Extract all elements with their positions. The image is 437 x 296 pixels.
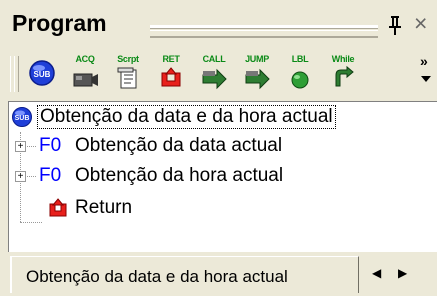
tab-scroll-left-icon[interactable]: ◀ bbox=[372, 266, 381, 280]
expand-icon[interactable]: + bbox=[15, 171, 26, 182]
tab-bar: Obtenção da data e da hora actual ◀ ▶ bbox=[8, 252, 437, 296]
label-ball-icon bbox=[291, 71, 309, 89]
program-panel: Program × SUB ACQ Scrpt RET CALL JUMP LB… bbox=[0, 0, 437, 296]
sub-icon: SUB bbox=[12, 107, 32, 127]
tool-call-label: CALL bbox=[202, 54, 226, 64]
tool-while-button[interactable]: While bbox=[324, 52, 362, 96]
jump-arrow-icon bbox=[245, 68, 270, 90]
toolbar-overflow-chevron[interactable]: » bbox=[420, 53, 428, 69]
chevron-down-icon[interactable] bbox=[421, 76, 431, 84]
tool-jump-label: JUMP bbox=[245, 54, 269, 64]
tool-ret-label: RET bbox=[162, 54, 180, 64]
tool-lbl-button[interactable]: LBL bbox=[281, 52, 319, 96]
tool-jump-button[interactable]: JUMP bbox=[238, 52, 276, 96]
tree-node-label: Obtenção da hora actual bbox=[75, 165, 284, 186]
tree-root-label: Obtenção da data e da hora actual bbox=[37, 105, 336, 129]
camera-icon bbox=[73, 73, 98, 87]
tab-scroll-right-icon[interactable]: ▶ bbox=[398, 266, 407, 280]
tree-node[interactable]: + F0 Obtenção da hora actual bbox=[9, 162, 437, 192]
tool-script-label: Scrpt bbox=[117, 54, 139, 64]
program-toolbar: SUB ACQ Scrpt RET CALL JUMP LBL While » bbox=[0, 46, 437, 99]
tool-lbl-label: LBL bbox=[291, 54, 309, 64]
panel-title: Program bbox=[12, 10, 107, 36]
tree-node-prefix: F0 bbox=[39, 165, 62, 186]
script-icon bbox=[117, 67, 137, 89]
tree-node[interactable]: + F0 Obtenção da data actual bbox=[9, 132, 437, 162]
tool-ret-button[interactable]: RET bbox=[152, 52, 190, 96]
tab-label: Obtenção da data e da hora actual bbox=[26, 267, 288, 286]
close-icon[interactable]: × bbox=[414, 10, 427, 37]
tree-node-label: Return bbox=[75, 197, 133, 218]
tool-sub-button[interactable]: SUB bbox=[23, 52, 61, 96]
program-tree: SUB Obtenção da data e da hora actual + … bbox=[8, 101, 437, 252]
expand-icon[interactable]: + bbox=[15, 141, 26, 152]
svg-text:SUB: SUB bbox=[34, 70, 51, 79]
tab-active[interactable]: Obtenção da data e da hora actual bbox=[10, 256, 359, 293]
tool-script-button[interactable]: Scrpt bbox=[109, 52, 147, 96]
tool-acq-label: ACQ bbox=[75, 54, 95, 64]
tree-node-prefix: F0 bbox=[39, 135, 62, 156]
tool-acq-button[interactable]: ACQ bbox=[66, 52, 104, 96]
sub-icon: SUB bbox=[29, 60, 55, 86]
tool-call-button[interactable]: CALL bbox=[195, 52, 233, 96]
titlebar-grip[interactable] bbox=[150, 26, 378, 38]
pin-icon[interactable] bbox=[388, 14, 402, 42]
tree-node-label: Obtenção da data actual bbox=[75, 135, 283, 156]
loop-icon bbox=[335, 65, 354, 87]
svg-text:SUB: SUB bbox=[15, 115, 30, 122]
tool-while-label: While bbox=[331, 54, 355, 64]
toolbar-grip-2 bbox=[14, 56, 19, 92]
return-icon bbox=[161, 67, 181, 87]
tree-node[interactable]: Return bbox=[9, 194, 437, 224]
tree-root-node[interactable]: SUB Obtenção da data e da hora actual bbox=[9, 102, 437, 132]
panel-titlebar: Program × bbox=[0, 0, 437, 46]
call-arrow-icon bbox=[202, 68, 227, 90]
return-icon bbox=[49, 198, 67, 217]
